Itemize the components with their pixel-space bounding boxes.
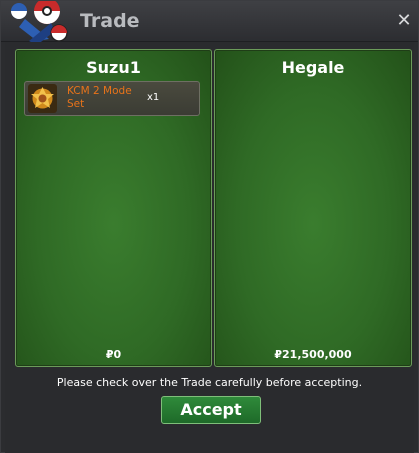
trade-item-slot[interactable]: KCM 2 Mode Set x1 <box>24 81 200 116</box>
left-player-name: Suzu1 <box>86 58 141 77</box>
accept-button[interactable]: Accept <box>161 396 261 424</box>
close-icon[interactable]: ✕ <box>396 12 412 30</box>
title-bar[interactable]: Trade ✕ <box>1 1 418 45</box>
trade-window: Trade ✕ Suzu1 KCM 2 Mode Set x1 ₽0 Hegal… <box>0 0 419 453</box>
left-money: ₽0 <box>16 348 211 361</box>
right-money: ₽21,500,000 <box>215 348 411 361</box>
window-title: Trade <box>80 10 140 32</box>
item-name: KCM 2 Mode Set <box>67 85 132 110</box>
pokeball-logo-icon <box>11 1 68 45</box>
item-quantity: x1 <box>147 92 160 103</box>
trade-notice: Please check over the Trade carefully be… <box>56 376 363 389</box>
right-money-amount: 21,500,000 <box>282 348 352 361</box>
currency-symbol: ₽ <box>274 348 283 361</box>
currency-symbol: ₽ <box>105 348 114 361</box>
left-trade-panel: Suzu1 KCM 2 Mode Set x1 ₽0 <box>15 49 212 367</box>
left-money-amount: 0 <box>113 348 122 361</box>
kcm-mode-set-icon <box>28 84 57 113</box>
right-trade-panel: Hegale ₽21,500,000 <box>214 49 412 367</box>
right-player-name: Hegale <box>281 58 345 77</box>
